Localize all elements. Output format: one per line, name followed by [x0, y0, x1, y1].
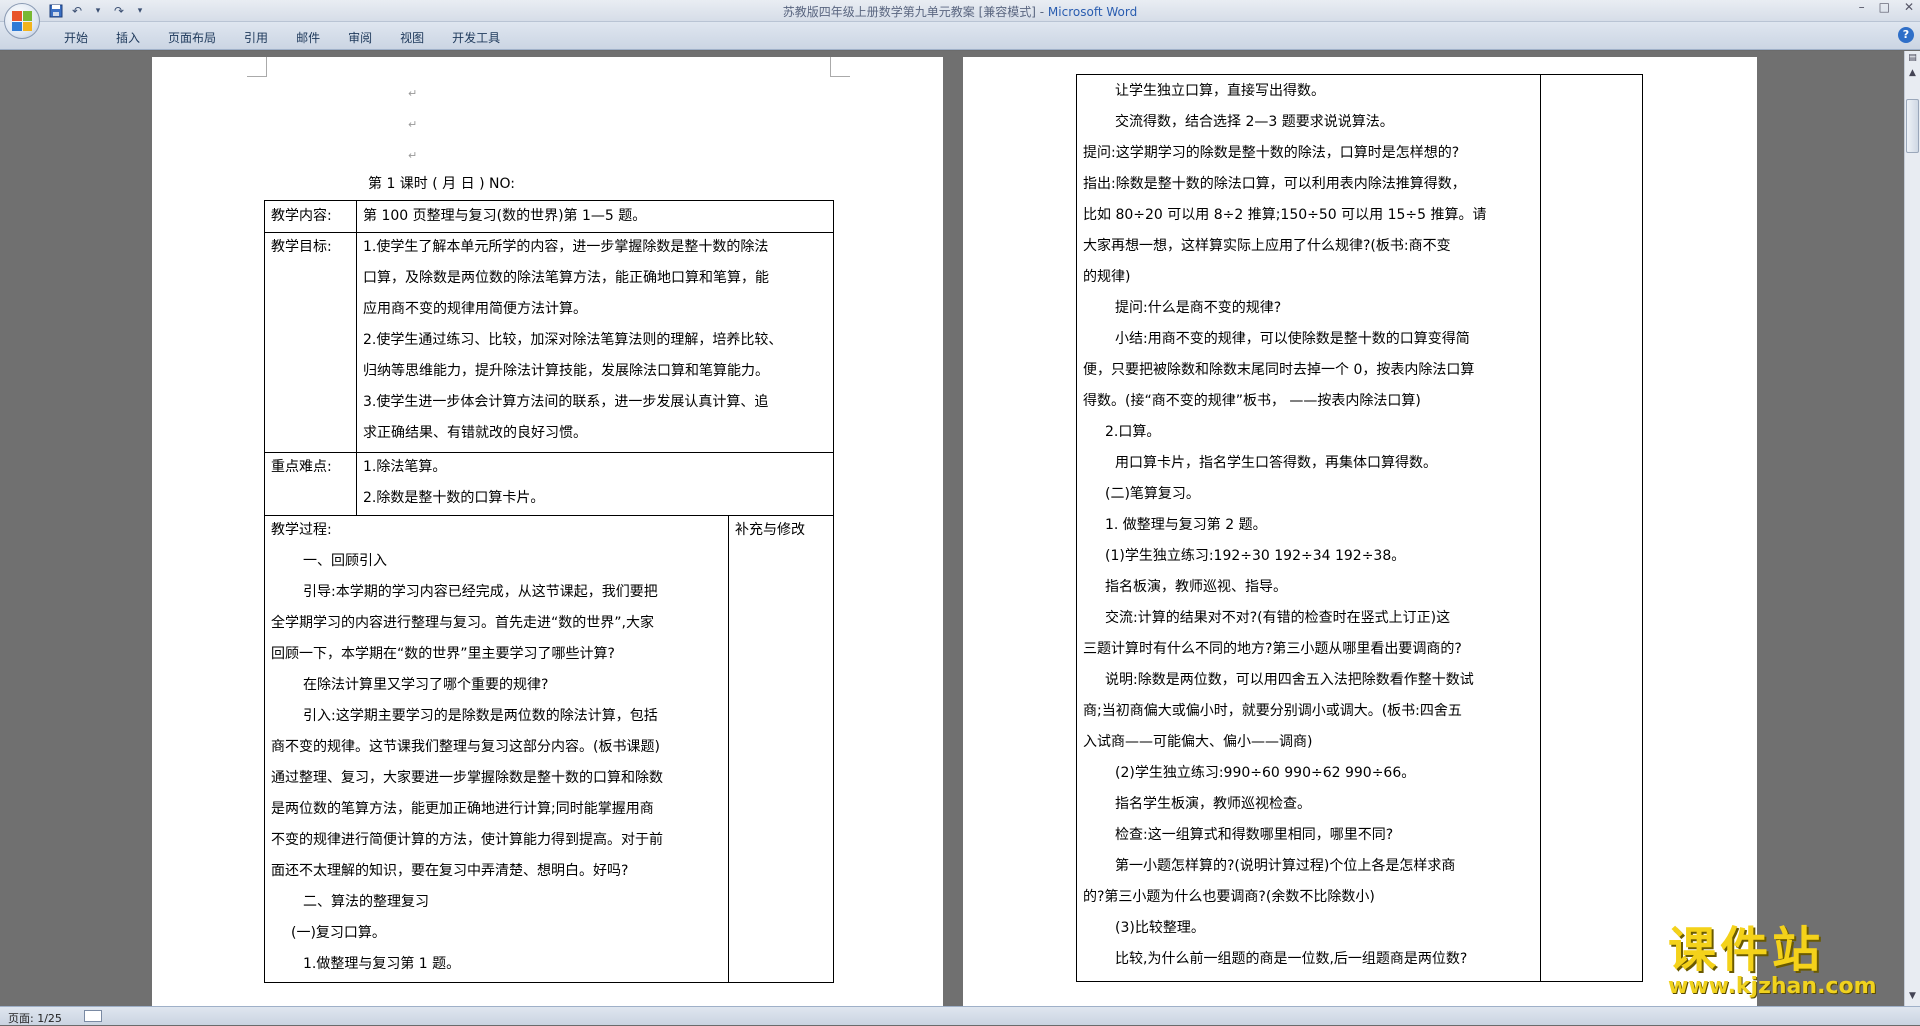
office-logo-icon — [12, 11, 32, 31]
process-line: 一、回顾引入 — [303, 553, 387, 569]
document-page-2: 让学生独立口算，直接写出得数。 交流得数，结合选择 2—3 题要求说说算法。 提… — [963, 57, 1757, 1006]
site-watermark: 课件站 www.kjzhan.com — [1668, 924, 1908, 1004]
goal-line: 应用商不变的规律用简便方法计算。 — [363, 301, 587, 317]
key-point: 2.除数是整十数的口算卡片。 — [363, 490, 545, 506]
paragraph-mark: ↵ — [408, 87, 418, 100]
process-line: 提问:什么是商不变的规律? — [1115, 300, 1282, 316]
process-line: 二、算法的整理复习 — [303, 894, 429, 910]
tab-developer[interactable]: 开发工具 — [438, 22, 514, 50]
tab-review[interactable]: 审阅 — [334, 22, 386, 50]
goal-line: 求正确结果、有错就改的良好习惯。 — [363, 425, 587, 441]
goal-line: 3.使学生进一步体会计算方法间的联系，进一步发展认真计算、追 — [363, 394, 769, 410]
process-line: 交流得数，结合选择 2—3 题要求说说算法。 — [1115, 114, 1394, 130]
close-button[interactable]: ✕ — [1904, 0, 1914, 14]
process-line: 入试商——可能偏大、偏小——调商) — [1083, 734, 1313, 750]
process-line: 指名板演，教师巡视、指导。 — [1105, 579, 1287, 595]
process-line: 得数。(接“商不变的规律”板书， ——按表内除法口算) — [1083, 393, 1421, 409]
window-controls: – □ ✕ — [1859, 0, 1914, 14]
paragraph-mark: ↵ — [408, 149, 418, 162]
process-line: 1.做整理与复习第 1 题。 — [303, 956, 461, 972]
supplement-label: 补充与修改 — [735, 522, 805, 538]
process-label: 教学过程: — [271, 522, 332, 538]
process-line: 比如 80÷20 可以用 8÷2 推算;150÷50 可以用 15÷5 推算。请 — [1083, 207, 1487, 223]
process-line: 三题计算时有什么不同的地方?第三小题从哪里看出要调商的? — [1083, 641, 1462, 657]
lesson-table-continued: 让学生独立口算，直接写出得数。 交流得数，结合选择 2—3 题要求说说算法。 提… — [1076, 74, 1643, 982]
process-line: 提问:这学期学习的除数是整十数的除法，口算时是怎样想的? — [1083, 145, 1460, 161]
lesson-header: 第 1 课时 ( 月 日 ) NO: — [368, 176, 515, 192]
minimize-button[interactable]: – — [1859, 0, 1865, 14]
vertical-scrollbar[interactable]: ▤ ▲ ▼ — [1904, 51, 1920, 1006]
process-line: 让学生独立口算，直接写出得数。 — [1115, 83, 1325, 99]
process-line: 全学期学习的内容进行整理与复习。首先走进“数的世界”,大家 — [271, 615, 654, 631]
document-page-1: ↵ ↵ ↵ 第 1 课时 ( 月 日 ) NO: 教学内容: 第 100 页整理… — [152, 57, 943, 1006]
key-point: 1.除法笔算。 — [363, 459, 447, 475]
maximize-button[interactable]: □ — [1879, 0, 1890, 14]
process-line: (一)复习口算。 — [291, 925, 386, 941]
process-line: (二)笔算复习。 — [1105, 486, 1200, 502]
scroll-up-icon[interactable]: ▲ — [1905, 66, 1920, 81]
key-points-label: 重点难点: — [271, 459, 332, 475]
process-line: 不变的规律进行简便计算的方法，使计算能力得到提高。对于前 — [271, 832, 663, 848]
process-line: 在除法计算里又学习了哪个重要的规律? — [303, 677, 549, 693]
ribbon-tabs: 开始 插入 页面布局 引用 邮件 审阅 视图 开发工具 — [0, 22, 1920, 50]
office-button[interactable] — [4, 3, 40, 39]
process-line: 说明:除数是两位数，可以用四舍五入法把除数看作整十数试 — [1105, 672, 1474, 688]
lesson-table: 教学内容: 第 100 页整理与复习(数的世界)第 1—5 题。 教学目标: 1… — [264, 200, 834, 983]
process-line: 第一小题怎样算的?(说明计算过程)个位上各是怎样求商 — [1115, 858, 1456, 874]
content-label: 教学内容: — [271, 208, 332, 224]
process-line: 面还不太理解的知识，要在复习中弄清楚、想明白。好吗? — [271, 863, 629, 879]
process-line: 2.口算。 — [1105, 424, 1161, 440]
process-line: 1. 做整理与复习第 2 题。 — [1105, 517, 1267, 533]
process-line: 指出:除数是整十数的除法口算，可以利用表内除法推算得数， — [1083, 176, 1466, 192]
process-line: 商;当初商偏大或偏小时，就要分别调小或调大。(板书:四舍五 — [1083, 703, 1462, 719]
crop-mark — [830, 57, 850, 77]
process-line: 小结:用商不变的规律，可以使除数是整十数的口算变得简 — [1115, 331, 1470, 347]
process-line: (2)学生独立练习:990÷60 990÷62 990÷66。 — [1115, 765, 1416, 781]
tab-page-layout[interactable]: 页面布局 — [154, 22, 230, 50]
process-line: 检查:这一组算式和得数哪里相同，哪里不同? — [1115, 827, 1394, 843]
process-line: 通过整理、复习，大家要进一步掌握除数是整十数的口算和除数 — [271, 770, 663, 786]
tab-view[interactable]: 视图 — [386, 22, 438, 50]
process-line: 大家再想一想，这样算实际上应用了什么规律?(板书:商不变 — [1083, 238, 1451, 254]
process-line: 用口算卡片，指名学生口答得数，再集体口算得数。 — [1115, 455, 1437, 471]
goal-line: 2.使学生通过练习、比较，加深对除法笔算法则的理解，培养比较、 — [363, 332, 783, 348]
process-line: (1)学生独立练习:192÷30 192÷34 192÷38。 — [1105, 548, 1406, 564]
tab-references[interactable]: 引用 — [230, 22, 282, 50]
window-title: 苏教版四年级上册数学第九单元教案 [兼容模式] - Microsoft Word — [0, 3, 1920, 20]
status-bar: 页面: 1/25 — [0, 1006, 1920, 1025]
scroll-thumb[interactable] — [1906, 99, 1919, 153]
content-value: 第 100 页整理与复习(数的世界)第 1—5 题。 — [363, 208, 647, 224]
proofing-icon[interactable] — [84, 1010, 102, 1022]
goals-label: 教学目标: — [271, 239, 332, 255]
page-counter[interactable]: 页面: 1/25 — [8, 1010, 62, 1026]
paragraph-mark: ↵ — [408, 118, 418, 131]
crop-mark — [247, 57, 267, 77]
process-line: 商不变的规律。这节课我们整理与复习这部分内容。(板书课题) — [271, 739, 660, 755]
help-icon[interactable]: ? — [1898, 27, 1914, 43]
goal-line: 1.使学生了解本单元所学的内容，进一步掌握除数是整十数的除法 — [363, 239, 769, 255]
ruler-toggle-icon[interactable]: ▤ — [1905, 51, 1920, 66]
watermark-title: 课件站 — [1668, 922, 1825, 978]
process-line: 比较,为什么前一组题的商是一位数,后一组题商是两位数? — [1115, 951, 1468, 967]
process-line: 回顾一下，本学期在“数的世界”里主要学习了哪些计算? — [271, 646, 615, 662]
tab-mailings[interactable]: 邮件 — [282, 22, 334, 50]
process-line: 便，只要把被除数和除数末尾同时去掉一个 0，按表内除法口算 — [1083, 362, 1475, 378]
goal-line: 归纳等思维能力，提升除法计算技能，发展除法口算和笔算能力。 — [363, 363, 769, 379]
process-line: 引入:这学期主要学习的是除数是两位数的除法计算，包括 — [303, 708, 658, 724]
watermark-url: www.kjzhan.com — [1668, 974, 1877, 999]
process-line: 指名学生板演，教师巡视检查。 — [1115, 796, 1311, 812]
goal-line: 口算，及除数是两位数的除法笔算方法，能正确地口算和笔算，能 — [363, 270, 769, 286]
process-line: (3)比较整理。 — [1115, 920, 1205, 936]
document-workspace: ↵ ↵ ↵ 第 1 课时 ( 月 日 ) NO: 教学内容: 第 100 页整理… — [0, 51, 1904, 1006]
process-line: 的规律) — [1083, 269, 1131, 285]
document-name: 苏教版四年级上册数学第九单元教案 [兼容模式] - — [782, 5, 1048, 19]
tab-insert[interactable]: 插入 — [102, 22, 154, 50]
process-line: 是两位数的笔算方法，能更加正确地进行计算;同时能掌握用商 — [271, 801, 654, 817]
process-line: 引导:本学期的学习内容已经完成，从这节课起，我们要把 — [303, 584, 658, 600]
process-line: 交流:计算的结果对不对?(有错的检查时在竖式上订正)这 — [1105, 610, 1451, 626]
process-line: 的?第三小题为什么也要调商?(余数不比除数小) — [1083, 889, 1375, 905]
app-name: Microsoft Word — [1047, 5, 1138, 19]
tab-home[interactable]: 开始 — [50, 22, 102, 50]
title-bar: ↶ ▾ ↷ ▾ 苏教版四年级上册数学第九单元教案 [兼容模式] - Micros… — [0, 0, 1920, 22]
